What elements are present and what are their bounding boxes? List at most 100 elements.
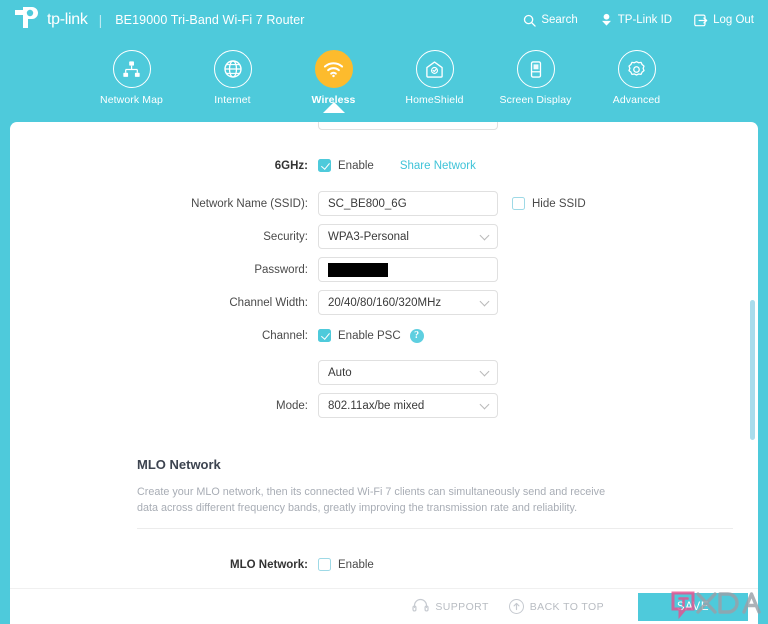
content-panel: Mode: 802.11ax/be mixed 6GHz: Enable Sha… bbox=[10, 122, 758, 624]
mlo-section: MLO Network Create your MLO network, the… bbox=[10, 457, 758, 579]
password-label: Password: bbox=[254, 263, 308, 276]
mode-value: 802.11ax/be mixed bbox=[328, 399, 425, 412]
nav-item-network-map[interactable]: Network Map bbox=[81, 40, 182, 106]
channel-select[interactable]: Auto bbox=[318, 360, 498, 385]
enable-psc-label: Enable PSC bbox=[338, 329, 401, 342]
globe-icon bbox=[213, 50, 252, 88]
channel-label: Channel: bbox=[261, 329, 308, 342]
mlo-enable-label: Enable bbox=[338, 558, 374, 571]
enable-psc-checkbox[interactable]: Enable PSC bbox=[318, 329, 401, 342]
arrow-up-icon bbox=[508, 599, 524, 614]
home-shield-icon bbox=[415, 50, 454, 88]
password-redaction bbox=[328, 262, 388, 277]
mlo-enable-row: MLO Network: Enable bbox=[10, 550, 758, 579]
active-tab-pointer bbox=[322, 102, 345, 113]
gear-icon bbox=[617, 50, 656, 88]
checkbox-box bbox=[318, 558, 331, 572]
security-label: Security: bbox=[263, 230, 308, 243]
header-actions: Search TP-Link ID Log Out bbox=[523, 13, 754, 27]
network-map-icon bbox=[112, 50, 151, 88]
tp-link-id-label: TP-Link ID bbox=[617, 14, 673, 26]
band-enable-checkbox[interactable]: Enable bbox=[318, 159, 374, 172]
clipped-mode-label: Mode: bbox=[10, 122, 318, 124]
brand-name: tp-link bbox=[47, 11, 88, 28]
nav-item-advanced[interactable]: Advanced bbox=[586, 40, 687, 106]
vertical-scrollbar-thumb[interactable] bbox=[750, 300, 755, 440]
channel-select-row: Auto bbox=[10, 358, 758, 387]
channel-width-value: 20/40/80/160/320MHz bbox=[328, 296, 442, 309]
ssid-row: Network Name (SSID): SC_BE800_6G Hide SS… bbox=[10, 189, 758, 218]
ssid-label: Network Name (SSID): bbox=[191, 197, 308, 210]
nav-label: Advanced bbox=[612, 94, 661, 106]
band-enable-label: Enable bbox=[338, 159, 374, 172]
log-out-button[interactable]: Log Out bbox=[694, 14, 754, 27]
brand: tp-link | BE19000 Tri-Band Wi-Fi 7 Route… bbox=[14, 6, 305, 35]
section-divider bbox=[137, 528, 733, 530]
nav-item-screen-display[interactable]: Screen Display bbox=[485, 40, 586, 106]
mlo-title: MLO Network bbox=[137, 457, 221, 472]
mode-select[interactable]: 802.11ax/be mixed bbox=[318, 393, 498, 418]
nav-label: HomeShield bbox=[405, 94, 464, 106]
mlo-enable-checkbox[interactable]: Enable bbox=[318, 558, 374, 572]
search-label: Search bbox=[541, 14, 578, 26]
checkbox-box bbox=[318, 329, 331, 342]
band-enable-row: 6GHz: Enable Share Network bbox=[10, 151, 758, 180]
password-row: Password: bbox=[10, 255, 758, 284]
password-input[interactable] bbox=[318, 257, 498, 282]
checkbox-box bbox=[318, 159, 331, 172]
support-label: SUPPORT bbox=[435, 600, 489, 613]
channel-value: Auto bbox=[328, 366, 352, 379]
nav-label: Internet bbox=[214, 94, 251, 106]
log-out-label: Log Out bbox=[713, 14, 754, 26]
mode-label: Mode: bbox=[276, 399, 308, 412]
search-icon bbox=[523, 14, 537, 27]
clipped-mode-select[interactable]: 802.11ax/be mixed bbox=[318, 122, 498, 130]
security-select[interactable]: WPA3-Personal bbox=[318, 224, 498, 249]
clipped-mode-row: Mode: 802.11ax/be mixed bbox=[10, 122, 758, 131]
chevron-down-icon bbox=[479, 230, 490, 240]
router-model: BE19000 Tri-Band Wi-Fi 7 Router bbox=[115, 13, 305, 27]
channel-width-label: Channel Width: bbox=[229, 296, 308, 309]
mlo-row-label: MLO Network: bbox=[230, 558, 308, 571]
app-header: tp-link | BE19000 Tri-Band Wi-Fi 7 Route… bbox=[0, 0, 768, 40]
tp-link-id-button[interactable]: TP-Link ID bbox=[600, 13, 672, 27]
brand-separator: | bbox=[98, 12, 103, 28]
nav-label: Network Map bbox=[100, 94, 163, 106]
headset-icon bbox=[412, 598, 429, 616]
share-network-link[interactable]: Share Network bbox=[400, 160, 476, 172]
checkbox-box bbox=[512, 197, 525, 210]
chevron-down-icon bbox=[479, 296, 490, 306]
channel-psc-row: Channel: Enable PSC ? bbox=[10, 321, 758, 350]
band-label: 6GHz: bbox=[274, 159, 308, 172]
nav-item-wireless[interactable]: Wireless bbox=[283, 40, 384, 113]
support-button[interactable]: SUPPORT bbox=[412, 598, 488, 616]
back-to-top-label: BACK TO TOP bbox=[529, 600, 604, 613]
ssid-input[interactable]: SC_BE800_6G bbox=[318, 191, 498, 216]
mlo-description: Create your MLO network, then its connec… bbox=[137, 486, 606, 514]
screen-display-icon bbox=[516, 50, 555, 88]
page-footer: SUPPORT BACK TO TOP SAVE bbox=[10, 588, 758, 624]
help-icon[interactable]: ? bbox=[409, 328, 424, 343]
tp-link-id-icon bbox=[600, 13, 613, 27]
ssid-value: SC_BE800_6G bbox=[328, 197, 407, 210]
tp-link-logo-icon bbox=[14, 6, 40, 35]
chevron-down-icon bbox=[479, 399, 490, 409]
chevron-down-icon bbox=[479, 366, 490, 376]
mode-row: Mode: 802.11ax/be mixed bbox=[10, 391, 758, 420]
save-button[interactable]: SAVE bbox=[638, 592, 748, 621]
security-value: WPA3-Personal bbox=[328, 230, 409, 243]
scroll-region[interactable]: Mode: 802.11ax/be mixed 6GHz: Enable Sha… bbox=[10, 122, 758, 588]
hide-ssid-label: Hide SSID bbox=[532, 197, 586, 210]
security-row: Security: WPA3-Personal bbox=[10, 222, 758, 251]
channel-width-select[interactable]: 20/40/80/160/320MHz bbox=[318, 290, 498, 315]
nav-label: Screen Display bbox=[499, 94, 572, 106]
router-admin-page: tp-link | BE19000 Tri-Band Wi-Fi 7 Route… bbox=[0, 0, 768, 624]
wifi-icon bbox=[314, 50, 353, 88]
nav-item-homeshield[interactable]: HomeShield bbox=[384, 40, 485, 106]
search-button[interactable]: Search bbox=[523, 14, 578, 27]
nav-item-internet[interactable]: Internet bbox=[182, 40, 283, 106]
hide-ssid-checkbox[interactable]: Hide SSID bbox=[512, 197, 586, 210]
channel-width-row: Channel Width: 20/40/80/160/320MHz bbox=[10, 288, 758, 317]
back-to-top-button[interactable]: BACK TO TOP bbox=[508, 599, 604, 614]
log-out-icon bbox=[694, 14, 708, 27]
